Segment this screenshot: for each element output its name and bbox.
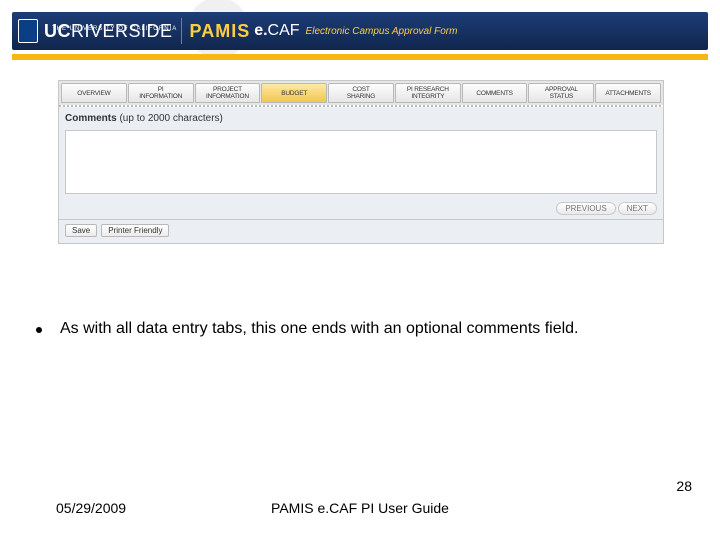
comments-textarea[interactable]	[65, 130, 657, 194]
univ-of-california-label: THE UNIVERSITY OF CALIFORNIA	[52, 26, 177, 32]
tab-cost-sharing[interactable]: COST SHARING	[328, 83, 394, 103]
gold-accent-stripe	[12, 54, 708, 60]
save-button[interactable]: Save	[65, 224, 97, 237]
ecaf-logo-text: e.CAF	[254, 22, 299, 40]
tab-bar: OVERVIEW PI INFORMATION PROJECT INFORMAT…	[59, 81, 663, 105]
comments-section-heading: Comments (up to 2000 characters)	[59, 107, 663, 128]
tab-comments[interactable]: COMMENTS	[462, 83, 528, 103]
next-button[interactable]: NEXT	[618, 202, 657, 215]
bullet-text: As with all data entry tabs, this one en…	[60, 320, 579, 338]
ucriverside-logo: THE UNIVERSITY OF CALIFORNIA UCRIVERSIDE	[12, 19, 173, 43]
bottom-buttons: Save Printer Friendly	[59, 224, 663, 243]
header-bar: THE UNIVERSITY OF CALIFORNIA UCRIVERSIDE…	[12, 12, 708, 50]
page-number: 28	[676, 478, 692, 494]
uc-shield-icon	[18, 19, 38, 43]
tab-project-information[interactable]: PROJECT INFORMATION	[195, 83, 261, 103]
tab-attachments[interactable]: ATTACHMENTS	[595, 83, 661, 103]
tab-overview[interactable]: OVERVIEW	[61, 83, 127, 103]
panel-separator	[59, 219, 663, 220]
slide-bullet: As with all data entry tabs, this one en…	[36, 320, 690, 338]
bullet-dot-icon	[36, 327, 42, 333]
tab-pi-research-integrity[interactable]: PI RESEARCH INTEGRITY	[395, 83, 461, 103]
app-screenshot: OVERVIEW PI INFORMATION PROJECT INFORMAT…	[58, 80, 664, 244]
printer-friendly-button[interactable]: Printer Friendly	[101, 224, 169, 237]
ecaf-subtitle: Electronic Campus Approval Form	[306, 26, 458, 37]
previous-button[interactable]: PREVIOUS	[556, 202, 615, 215]
comments-label: Comments	[65, 113, 117, 124]
slide-header: UCR THE UNIVERSITY OF CALIFORNIA UCRIVER…	[0, 0, 720, 56]
header-divider	[181, 18, 182, 44]
nav-buttons: PREVIOUS NEXT	[59, 202, 663, 219]
pamis-logo-text: PAMIS	[190, 21, 251, 42]
comments-hint: (up to 2000 characters)	[119, 113, 222, 124]
tab-pi-information[interactable]: PI INFORMATION	[128, 83, 194, 103]
tab-budget[interactable]: BUDGET	[261, 83, 327, 103]
footer-title: PAMIS e.CAF PI User Guide	[0, 500, 720, 516]
tab-approval-status[interactable]: APPROVAL STATUS	[528, 83, 594, 103]
